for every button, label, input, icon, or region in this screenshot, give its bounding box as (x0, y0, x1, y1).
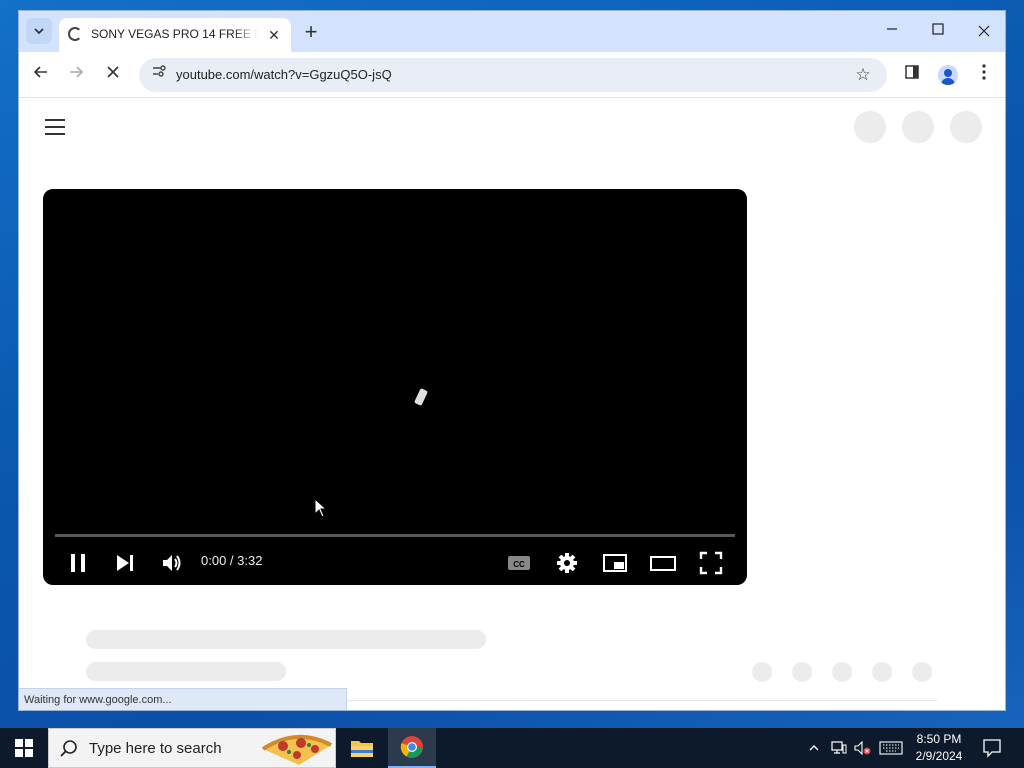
theater-mode-button[interactable] (649, 549, 677, 577)
avatar-icon (938, 65, 958, 85)
channel-placeholder (86, 662, 286, 681)
tab-search-button[interactable] (26, 18, 52, 44)
taskbar-search-box[interactable]: Type here to search (48, 728, 336, 768)
bookmark-star-icon[interactable]: ☆ (851, 63, 875, 87)
theater-mode-icon (650, 556, 676, 571)
new-tab-button[interactable]: + (299, 21, 323, 45)
pizza-illustration-icon (261, 734, 332, 765)
tab-title: SONY VEGAS PRO 14 FREE DOWNLOAD (91, 27, 258, 41)
keyboard-icon (879, 741, 903, 755)
back-button[interactable] (29, 63, 53, 87)
notification-icon (983, 739, 1001, 758)
settings-button[interactable] (553, 549, 581, 577)
header-placeholder-circle (950, 111, 982, 143)
header-placeholder-circle (902, 111, 934, 143)
chrome-taskbar-button[interactable] (388, 728, 436, 768)
pause-button[interactable] (65, 549, 93, 577)
miniplayer-icon (603, 554, 627, 572)
browser-toolbar: youtube.com/watch?v=GgzuQ5O-jsQ ☆ (19, 52, 1005, 98)
svg-text:CC: CC (513, 560, 525, 569)
action-placeholder-circle (832, 662, 852, 682)
closed-captions-icon: CC (508, 556, 530, 570)
mouse-cursor-icon (314, 498, 328, 518)
page-content: 0:00 / 3:32 CC (19, 99, 1005, 710)
file-explorer-taskbar-button[interactable] (338, 728, 386, 768)
url-text: youtube.com/watch?v=GgzuQ5O-jsQ (176, 67, 392, 82)
minimize-button[interactable] (869, 15, 915, 47)
taskbar-clock[interactable]: 8:50 PM 2/9/2024 (908, 731, 970, 765)
progress-bar[interactable] (55, 534, 735, 537)
start-button[interactable] (0, 728, 48, 768)
folder-icon (351, 741, 373, 757)
loading-spinner-icon (68, 27, 82, 41)
hamburger-menu-icon[interactable] (45, 119, 65, 135)
address-bar[interactable]: youtube.com/watch?v=GgzuQ5O-jsQ ☆ (139, 58, 887, 92)
header-placeholder-circle (854, 111, 886, 143)
forward-button[interactable] (64, 63, 88, 87)
next-button[interactable] (111, 549, 139, 577)
browser-menu-button[interactable] (972, 63, 996, 87)
volume-muted-icon (854, 741, 871, 755)
volume-tray-button[interactable] (852, 728, 874, 768)
arrow-right-icon (70, 66, 84, 78)
volume-icon (163, 555, 181, 571)
clock-time: 8:50 PM (916, 732, 962, 746)
touch-keyboard-button[interactable] (876, 728, 906, 768)
title-placeholder (86, 630, 486, 649)
search-placeholder: Type here to search (89, 740, 222, 757)
stop-icon (107, 66, 119, 78)
site-info-icon[interactable] (147, 63, 171, 87)
status-bar: Waiting for www.google.com... (19, 688, 347, 710)
pause-icon (71, 554, 85, 572)
notifications-button[interactable] (980, 736, 1004, 760)
loading-spinner-icon (413, 388, 429, 406)
chevron-up-icon (809, 745, 819, 751)
network-button[interactable] (828, 728, 850, 768)
arrow-left-icon (33, 66, 47, 78)
fullscreen-button[interactable] (697, 549, 725, 577)
maximize-icon (932, 23, 944, 35)
time-display: 0:00 / 3:32 (201, 553, 263, 568)
windows-logo-icon (15, 739, 33, 757)
side-panel-button[interactable] (900, 63, 924, 87)
maximize-button[interactable] (915, 15, 961, 47)
gear-icon (557, 553, 577, 573)
action-placeholder-circle (792, 662, 812, 682)
show-hidden-icons-button[interactable] (804, 728, 824, 768)
action-placeholder-circle (872, 662, 892, 682)
stop-loading-button[interactable] (101, 63, 125, 87)
clock-date: 2/9/2024 (915, 749, 963, 763)
tab-strip: SONY VEGAS PRO 14 FREE DOWNLOAD ✕ + (19, 11, 1005, 52)
taskbar: Type here to search 8:50 PM 2/9/2024 (0, 728, 1024, 768)
search-icon (60, 740, 77, 757)
profile-button[interactable] (936, 63, 960, 87)
close-icon (978, 25, 990, 37)
subtitles-button[interactable]: CC (505, 549, 533, 577)
fullscreen-icon (699, 551, 723, 575)
skip-next-icon (117, 555, 133, 571)
video-player[interactable]: 0:00 / 3:32 CC (43, 189, 747, 585)
volume-button[interactable] (158, 549, 186, 577)
chevron-down-icon (34, 28, 44, 35)
browser-window: SONY VEGAS PRO 14 FREE DOWNLOAD ✕ + you (18, 10, 1006, 711)
kebab-menu-icon (982, 64, 986, 80)
close-tab-icon[interactable]: ✕ (265, 26, 283, 44)
close-window-button[interactable] (961, 15, 1005, 47)
action-placeholder-circle (752, 662, 772, 682)
network-icon (831, 741, 847, 754)
minimize-icon (887, 28, 897, 30)
chrome-icon (400, 736, 423, 758)
tab-active[interactable]: SONY VEGAS PRO 14 FREE DOWNLOAD ✕ (59, 18, 291, 52)
miniplayer-button[interactable] (601, 549, 629, 577)
action-placeholder-circle (912, 662, 932, 682)
side-panel-icon (905, 65, 919, 79)
